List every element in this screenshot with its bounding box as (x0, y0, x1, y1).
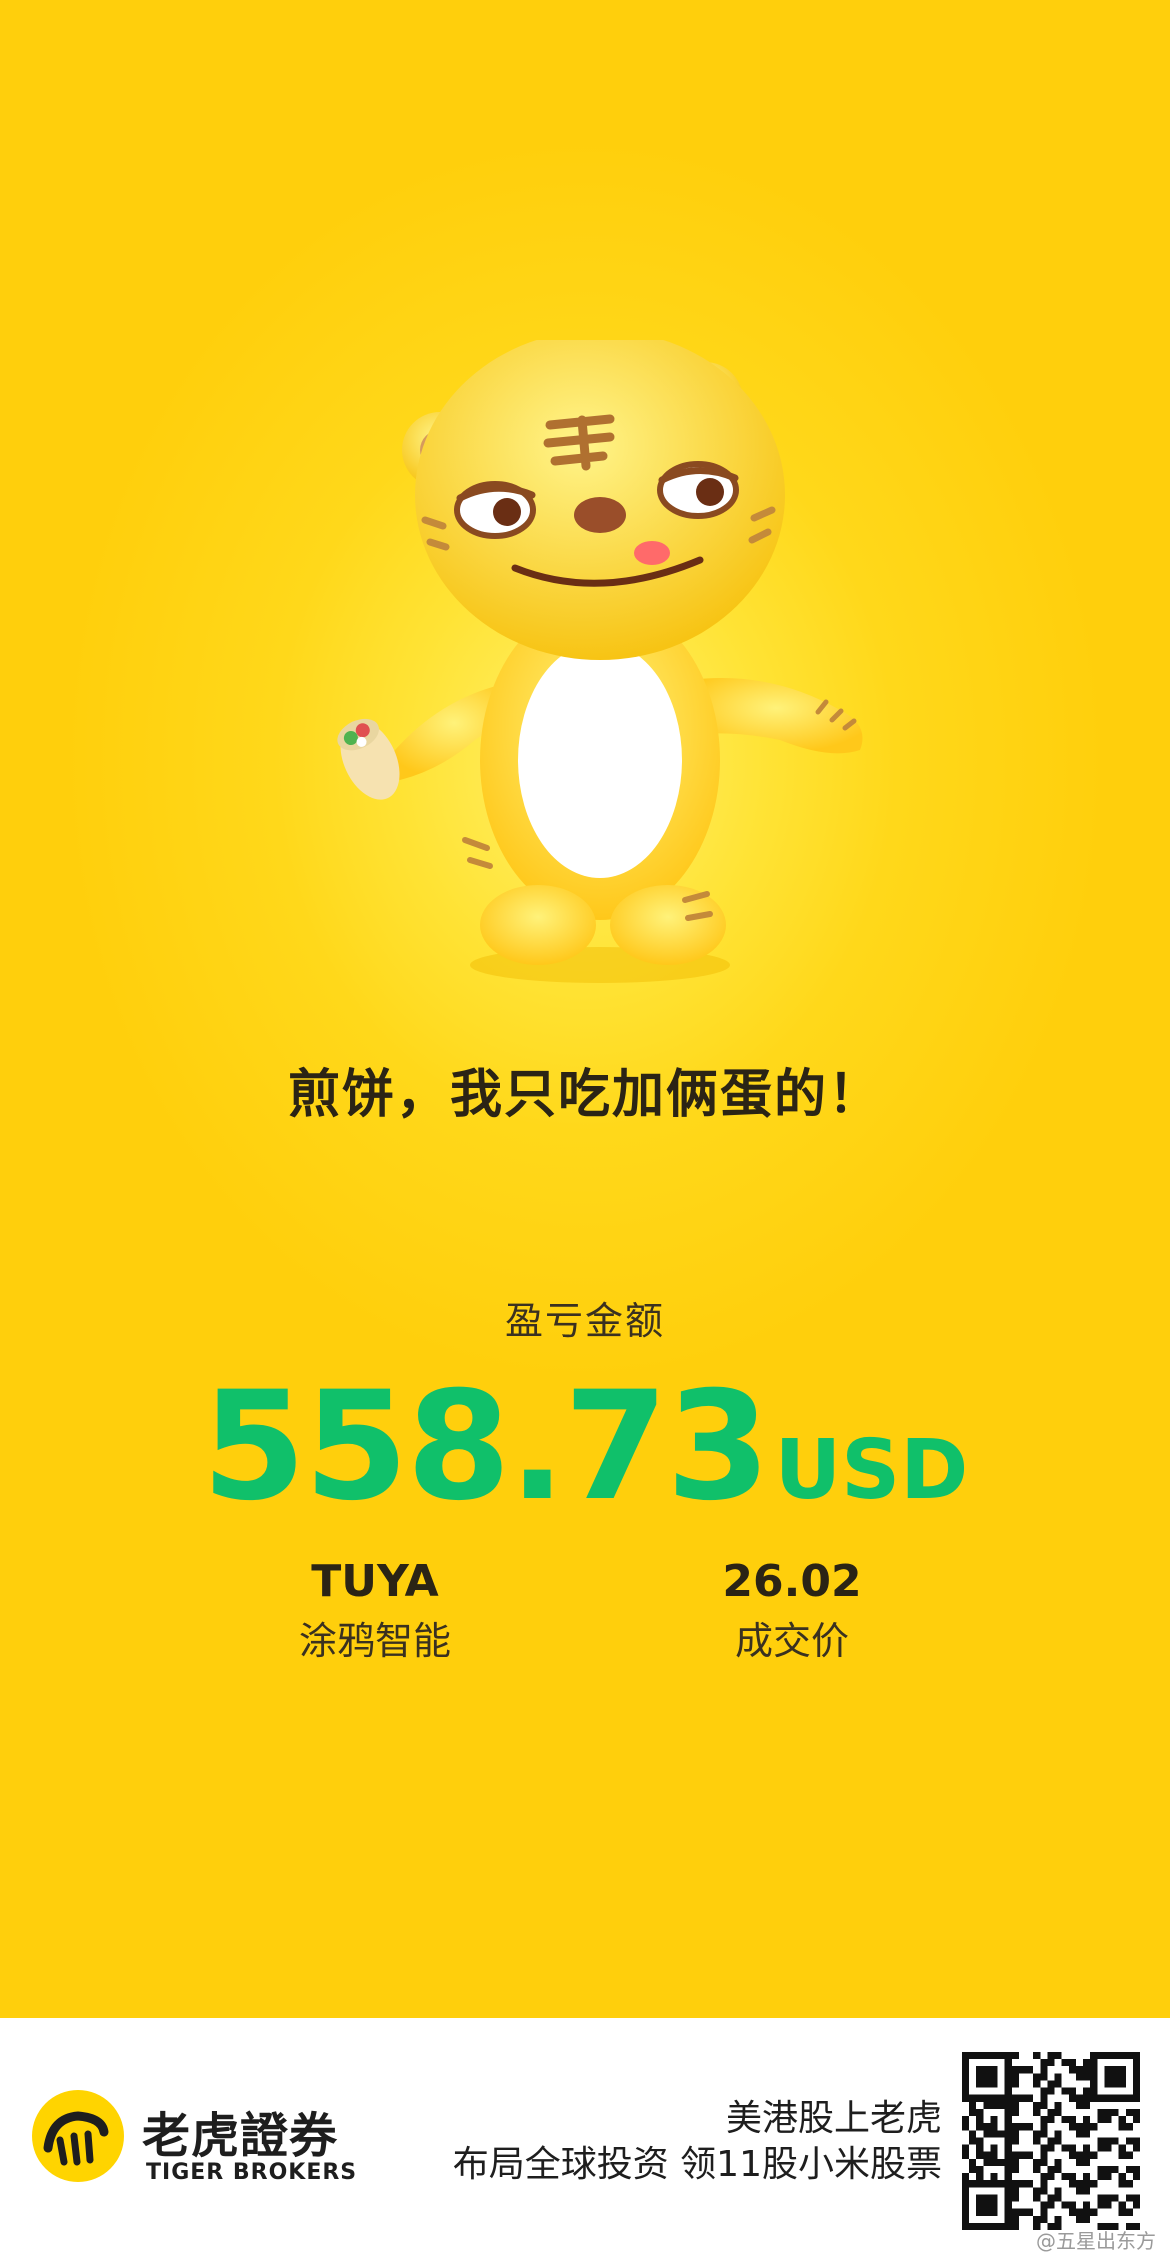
tiger-logo-icon (32, 2090, 124, 2182)
profit-loss-label: 盈亏金额 (504, 1299, 665, 1343)
promo-text: 美港股上老虎 布局全球投资 领11股小米股票 (453, 2096, 942, 2188)
promo-line-1: 美港股上老虎 (725, 2098, 942, 2139)
profit-loss-currency: USD (774, 1423, 969, 1518)
promo-line-2: 布局全球投资 领11股小米股票 (452, 2144, 942, 2185)
profit-loss-amount-row: 558.73USD (0, 1360, 1170, 1534)
mascot-slogan: 煎饼，我只吃加俩蛋的！ (287, 1065, 882, 1125)
trade-price-value: 26.02 (722, 1556, 862, 1607)
share-poster: 煎饼，我只吃加俩蛋的！ 盈亏金额 558.73USD TUYA 涂鸦智能 26.… (0, 0, 1170, 2018)
stock-info: TUYA 涂鸦智能 (245, 1555, 505, 1667)
brand-name-chinese: 老虎證券 (142, 2108, 339, 2164)
trade-price-label: 成交价 (734, 1619, 849, 1663)
brand-name-english: TIGER BROKERS (146, 2160, 358, 2185)
promo-footer: 老虎證券 TIGER BROKERS 美港股上老虎 布局全球投资 领11股小米股… (0, 2018, 1170, 2260)
stock-name: 涂鸦智能 (298, 1619, 451, 1663)
stock-ticker: TUYA (311, 1556, 439, 1607)
watermark-text: @五星出东方 (1036, 2229, 1156, 2253)
trade-price-info: 26.02 成交价 (662, 1555, 922, 1667)
qr-code-icon[interactable] (962, 2052, 1140, 2230)
tiger-mascot-illustration (337, 340, 863, 983)
profit-loss-amount: 558.73 (201, 1360, 771, 1534)
